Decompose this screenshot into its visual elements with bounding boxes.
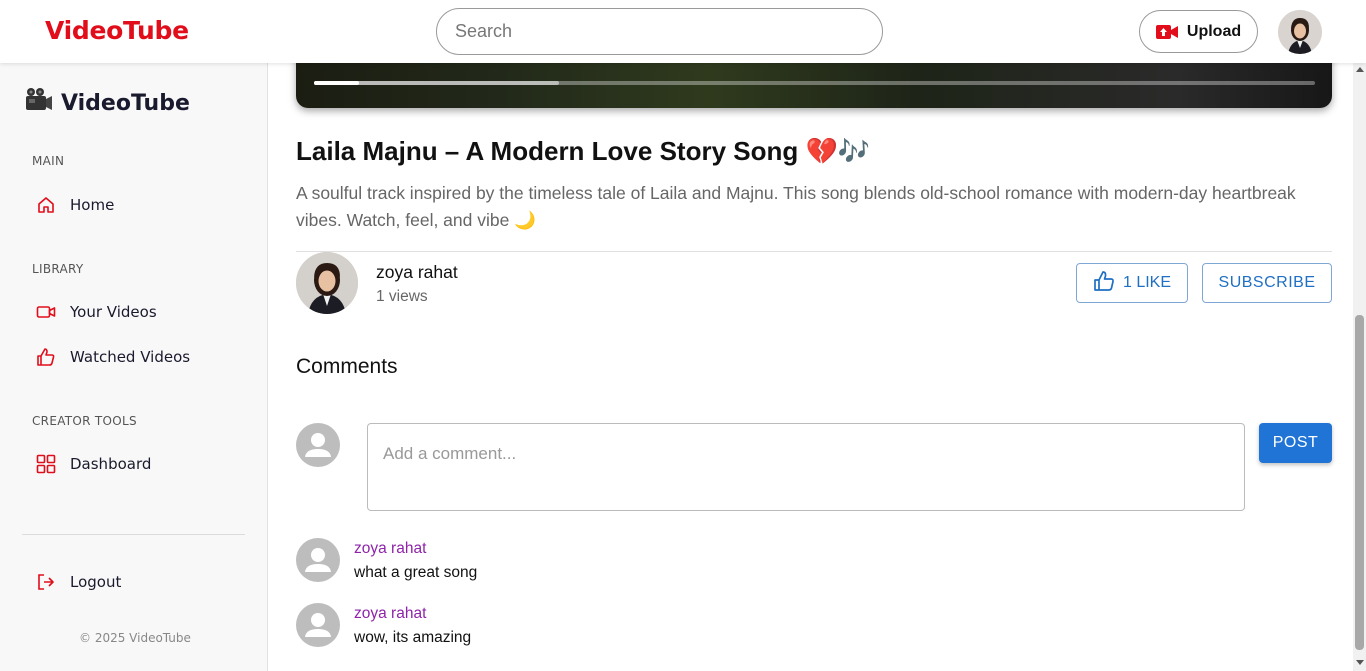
logout-icon [36,572,56,592]
video-played-bar [314,81,360,85]
video-progress-bar[interactable] [314,81,1315,85]
dashboard-icon [36,454,56,474]
comment-text: what a great song [354,564,478,581]
commenter-avatar-icon [296,603,340,647]
comments-heading: Comments [296,355,398,378]
commenter-avatar-icon [296,538,340,582]
profile-avatar[interactable] [1278,10,1322,54]
subscribe-button[interactable]: SUBSCRIBE [1202,263,1332,303]
comment-author[interactable]: zoya rahat [354,605,426,623]
scrollbar-thumb[interactable] [1355,315,1364,650]
upload-button[interactable]: Upload [1139,10,1258,53]
sidebar: VideoTube MAIN Home LIBRARY Your Videos … [0,63,268,671]
video-description: A soulful track inspired by the timeless… [296,183,1296,230]
section-library: LIBRARY [32,262,84,276]
sidebar-item-label: Home [70,196,115,214]
search-bar[interactable] [436,8,883,55]
view-count: 1 views [376,288,428,305]
sidebar-item-home[interactable]: Home [36,195,114,215]
top-header: VideoTube Upload [0,0,1366,63]
content-divider [296,251,1332,252]
main-content: Laila Majnu – A Modern Love Story Song 💔… [269,63,1353,671]
comment-input[interactable] [367,423,1245,511]
sidebar-item-your-videos[interactable]: Your Videos [36,302,157,322]
thumbs-up-icon [1093,270,1115,297]
sidebar-brand[interactable]: VideoTube [25,87,190,119]
channel-avatar[interactable] [296,252,358,314]
user-avatar-icon [296,423,340,467]
channel-name[interactable]: zoya rahat [376,262,458,283]
page-scrollbar[interactable] [1353,63,1366,671]
scroll-up-arrow-icon[interactable] [1356,67,1364,72]
like-button[interactable]: 1 LIKE [1076,263,1188,303]
sidebar-item-label: Logout [70,573,122,591]
section-main: MAIN [32,154,65,168]
video-player[interactable] [296,63,1332,108]
video-icon [36,302,56,322]
sidebar-footer: © 2025 VideoTube [79,631,191,645]
sidebar-item-logout[interactable]: Logout [36,572,121,592]
upload-label: Upload [1186,22,1242,40]
sidebar-divider [22,534,245,535]
sidebar-brand-text: VideoTube [61,90,190,116]
sidebar-item-label: Watched Videos [70,348,191,366]
post-comment-button[interactable]: POST [1259,423,1332,463]
home-icon [36,195,56,215]
sidebar-item-dashboard[interactable]: Dashboard [36,454,151,474]
like-label: 1 LIKE [1122,274,1172,291]
comment-text: wow, its amazing [354,629,472,646]
video-upload-icon [1155,24,1178,40]
search-input[interactable] [455,21,855,42]
comment-author[interactable]: zoya rahat [354,540,426,558]
video-title: Laila Majnu – A Modern Love Story Song 💔… [296,136,871,166]
thumbs-up-icon [36,347,56,367]
scroll-down-arrow-icon[interactable] [1356,660,1364,665]
sidebar-item-watched-videos[interactable]: Watched Videos [36,347,190,367]
video-camera-icon [25,87,53,119]
section-creator-tools: CREATOR TOOLS [32,414,137,428]
sidebar-item-label: Your Videos [70,303,157,321]
sidebar-item-label: Dashboard [70,455,152,473]
brand-logo[interactable]: VideoTube [45,16,189,45]
